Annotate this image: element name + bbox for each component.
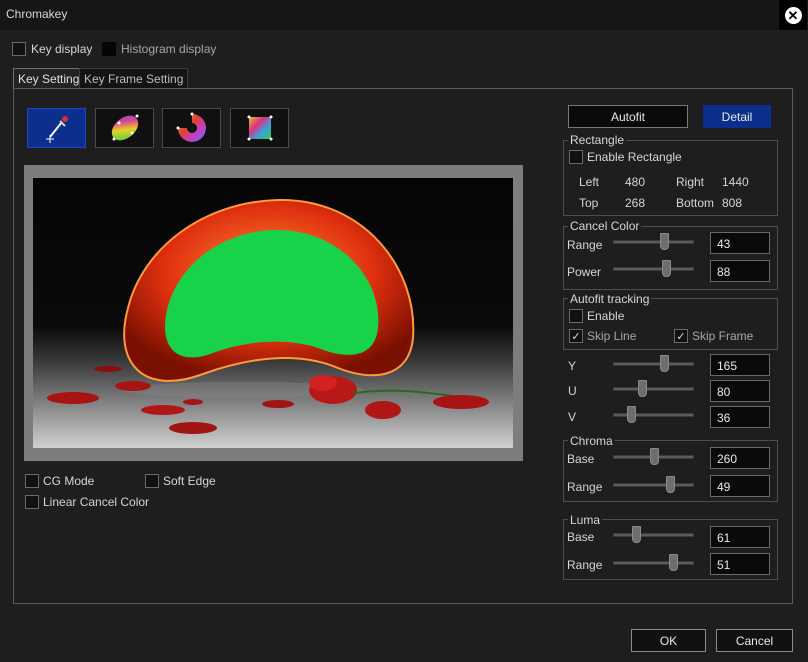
skip-frame-label: Skip Frame — [692, 329, 754, 343]
cancel-power-slider-thumb[interactable] — [661, 260, 671, 277]
enable-rectangle-checkbox[interactable] — [569, 150, 583, 164]
rectangle-group-title: Rectangle — [568, 133, 627, 147]
rect-left-label: Left — [579, 175, 600, 189]
v-label: V — [568, 410, 577, 424]
luma-range-label: Range — [567, 558, 603, 572]
cancel-color-group-title: Cancel Color — [568, 219, 642, 233]
luma-base-label: Base — [567, 530, 595, 544]
chroma-base-label: Base — [567, 452, 595, 466]
cancel-button[interactable]: Cancel — [716, 629, 793, 652]
window-title: Chromakey — [6, 7, 68, 21]
eyedropper-tool-button[interactable] — [27, 108, 86, 148]
chroma-range-input[interactable]: 49 — [710, 475, 770, 497]
chroma-range-slider[interactable] — [613, 483, 694, 487]
preview-image — [33, 178, 513, 448]
u-slider-thumb[interactable] — [638, 380, 648, 397]
histogram-display-checkbox[interactable] — [102, 42, 116, 56]
color-square-tool-button[interactable] — [230, 108, 289, 148]
ok-button[interactable]: OK — [631, 629, 706, 652]
autofit-tracking-group-title: Autofit tracking — [568, 292, 652, 306]
eyedropper-icon — [45, 116, 68, 143]
y-slider-thumb[interactable] — [659, 355, 669, 372]
luma-range-input[interactable]: 51 — [710, 553, 770, 575]
linear-cancel-color-label: Linear Cancel Color — [43, 495, 150, 509]
skip-line-checkbox[interactable]: ✓ — [569, 329, 583, 343]
rect-left-value: 480 — [625, 175, 646, 189]
rect-bottom-value: 808 — [722, 196, 743, 210]
close-icon: ✕ — [784, 6, 802, 24]
luma-range-slider-thumb[interactable] — [669, 554, 679, 571]
soft-edge-label: Soft Edge — [163, 474, 216, 488]
u-label: U — [568, 384, 577, 398]
v-input[interactable]: 36 — [710, 406, 770, 428]
cancel-range-slider-thumb[interactable] — [659, 233, 669, 250]
color-ellipse-icon — [111, 114, 138, 141]
histogram-display-label: Histogram display — [121, 42, 217, 56]
rect-right-value: 1440 — [722, 175, 749, 189]
y-label: Y — [568, 359, 577, 373]
y-input[interactable]: 165 — [710, 354, 770, 376]
cancel-power-input[interactable]: 88 — [710, 260, 770, 282]
rect-bottom-label: Bottom — [676, 196, 715, 210]
tab-key-frame-setting[interactable]: Key Frame Setting — [79, 68, 189, 89]
cancel-power-slider[interactable] — [613, 267, 694, 271]
v-slider-thumb[interactable] — [627, 406, 637, 423]
luma-group-title: Luma — [568, 513, 603, 527]
hue-wheel-icon — [176, 112, 206, 142]
chroma-base-slider-thumb[interactable] — [650, 448, 660, 465]
color-square-icon — [247, 115, 272, 141]
tracking-enable-checkbox[interactable] — [569, 309, 583, 323]
soft-edge-checkbox[interactable] — [145, 474, 159, 488]
close-button[interactable]: ✕ — [779, 0, 807, 30]
v-slider[interactable] — [613, 413, 694, 417]
u-slider[interactable] — [613, 387, 694, 391]
rect-top-value: 268 — [625, 196, 646, 210]
u-input[interactable]: 80 — [710, 380, 770, 402]
detail-button[interactable]: Detail — [703, 105, 771, 128]
cancel-range-label: Range — [567, 238, 603, 252]
key-display-checkbox[interactable] — [12, 42, 26, 56]
tab-key-setting[interactable]: Key Setting — [13, 68, 85, 89]
cg-mode-checkbox[interactable] — [25, 474, 39, 488]
luma-base-input[interactable]: 61 — [710, 526, 770, 548]
y-slider[interactable] — [613, 362, 694, 366]
hue-wheel-tool-button[interactable] — [162, 108, 221, 148]
tracking-enable-label: Enable — [587, 309, 625, 323]
color-ellipse-tool-button[interactable] — [95, 108, 154, 148]
chroma-range-label: Range — [567, 480, 603, 494]
chroma-group-title: Chroma — [568, 434, 615, 448]
cg-mode-label: CG Mode — [43, 474, 95, 488]
cancel-power-label: Power — [567, 265, 602, 279]
skip-frame-checkbox[interactable]: ✓ — [674, 329, 688, 343]
linear-cancel-color-checkbox[interactable] — [25, 495, 39, 509]
chroma-range-slider-thumb[interactable] — [666, 476, 676, 493]
skip-line-label: Skip Line — [587, 329, 637, 343]
chroma-base-input[interactable]: 260 — [710, 447, 770, 469]
rect-top-label: Top — [579, 196, 599, 210]
luma-range-slider[interactable] — [613, 561, 694, 565]
luma-base-slider[interactable] — [613, 533, 694, 537]
key-display-label: Key display — [31, 42, 93, 56]
luma-base-slider-thumb[interactable] — [632, 526, 642, 543]
cancel-range-input[interactable]: 43 — [710, 232, 770, 254]
rect-right-label: Right — [676, 175, 705, 189]
enable-rectangle-label: Enable Rectangle — [587, 150, 682, 164]
autofit-button[interactable]: Autofit — [568, 105, 688, 128]
title-bar — [0, 0, 808, 30]
cancel-range-slider[interactable] — [613, 240, 694, 244]
